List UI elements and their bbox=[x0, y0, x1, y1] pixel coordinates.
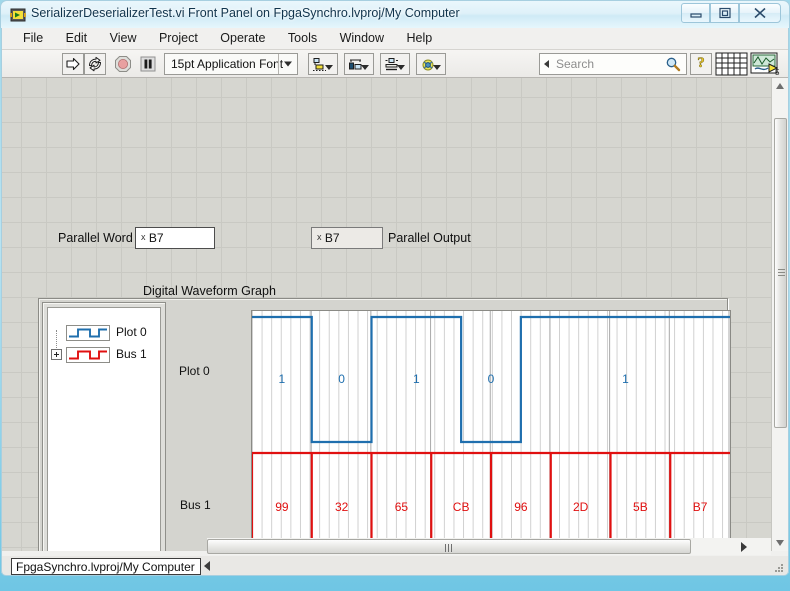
window-client-area: File Edit View Project Operate Tools Win… bbox=[1, 28, 789, 573]
font-selector[interactable]: 15pt Application Font bbox=[164, 53, 298, 75]
front-panel-canvas: Parallel Word x B7 x B7 Parallel Output … bbox=[2, 78, 788, 551]
graph-plot-region: Plot 0 Bus 1 10101993265CB962D5BB7 00.00… bbox=[179, 302, 731, 551]
window-close-button[interactable] bbox=[739, 3, 781, 23]
legend-item-bus1-label: Bus 1 bbox=[116, 347, 147, 361]
run-button[interactable] bbox=[62, 53, 84, 75]
svg-text:5: 5 bbox=[775, 68, 780, 76]
legend-list: Plot 0 Bus 1 bbox=[47, 307, 161, 551]
parallel-output-value: B7 bbox=[324, 231, 340, 245]
search-placeholder: Search bbox=[556, 57, 595, 71]
search-dropdown-icon[interactable] bbox=[544, 60, 549, 68]
toolbar: 15pt Application Font Search ? 5 bbox=[2, 50, 788, 78]
panel-horizontal-scrollbar[interactable] bbox=[207, 538, 771, 555]
row-label-plot0: Plot 0 bbox=[179, 364, 210, 378]
window-maximize-button[interactable] bbox=[710, 3, 739, 23]
parallel-output-label: Parallel Output bbox=[388, 231, 471, 245]
svg-text:?: ? bbox=[697, 55, 705, 70]
menu-item-file[interactable]: File bbox=[14, 28, 52, 47]
align-objects-button[interactable] bbox=[308, 53, 338, 75]
plot0-segment-label: 0 bbox=[338, 372, 345, 386]
vertical-scroll-thumb[interactable] bbox=[774, 118, 787, 428]
labview-front-panel-window: SerializerDeserializerTest.vi Front Pane… bbox=[0, 0, 790, 591]
run-continuously-button[interactable] bbox=[84, 53, 106, 75]
distribute-objects-button[interactable] bbox=[344, 53, 374, 75]
panel-vertical-scrollbar[interactable] bbox=[771, 78, 788, 551]
scroll-down-icon[interactable] bbox=[776, 540, 784, 546]
legend-item-plot0[interactable]: Plot 0 bbox=[48, 323, 160, 343]
chevron-down-icon[interactable] bbox=[278, 54, 297, 74]
window-title-bar: SerializerDeserializerTest.vi Front Pane… bbox=[0, 0, 790, 28]
menu-item-help[interactable]: Help bbox=[397, 28, 441, 47]
menu-bar: File Edit View Project Operate Tools Win… bbox=[2, 28, 788, 50]
menu-item-view[interactable]: View bbox=[101, 28, 146, 47]
context-help-button[interactable]: ? bbox=[690, 53, 712, 75]
graph-title: Digital Waveform Graph bbox=[143, 284, 276, 298]
bus1-segment-label: CB bbox=[453, 500, 470, 514]
reorder-objects-button[interactable] bbox=[416, 53, 446, 75]
bus1-waveform-icon[interactable] bbox=[66, 347, 110, 363]
bus1-segment-label: 32 bbox=[335, 500, 349, 514]
resize-objects-button[interactable] bbox=[380, 53, 410, 75]
horizontal-scroll-thumb[interactable] bbox=[207, 539, 691, 554]
bus1-segment-label: 65 bbox=[395, 500, 409, 514]
parallel-output-indicator[interactable]: x B7 bbox=[311, 227, 383, 249]
digital-waveform-graph[interactable]: Plot 0 Bus 1 Plot 0 Bus 1 1 0 1 0 1 99 3… bbox=[38, 298, 731, 551]
window-title-text: SerializerDeserializerTest.vi Front Pane… bbox=[31, 6, 460, 20]
legend-item-plot0-label: Plot 0 bbox=[116, 325, 147, 339]
bus1-segment-label: 5B bbox=[633, 500, 648, 514]
status-bar: FpgaSynchro.lvproj/My Computer bbox=[1, 556, 789, 576]
row-label-bus1: Bus 1 bbox=[180, 498, 211, 512]
status-target-label[interactable]: FpgaSynchro.lvproj/My Computer bbox=[11, 558, 201, 575]
plot0-segment-label: 1 bbox=[622, 372, 629, 386]
parallel-word-label: Parallel Word bbox=[58, 231, 133, 245]
parallel-word-value: B7 bbox=[148, 231, 164, 245]
search-magnifier-icon[interactable] bbox=[665, 56, 681, 77]
plot0-segment-label: 1 bbox=[413, 372, 420, 386]
parallel-word-input[interactable]: x B7 bbox=[135, 227, 215, 249]
waveform-plot-canvas[interactable]: 1 0 1 0 1 99 32 65 CB 96 2D 5B B7 bbox=[251, 310, 731, 551]
window-grid-icon bbox=[715, 52, 749, 76]
collapse-arrow-icon[interactable] bbox=[204, 561, 210, 571]
abort-execution-button[interactable] bbox=[112, 53, 134, 75]
parallel-word-radix[interactable]: x bbox=[141, 232, 146, 242]
graph-plot-legend[interactable]: Plot 0 Bus 1 bbox=[42, 302, 166, 551]
bus1-segment-label: 99 bbox=[275, 500, 289, 514]
bus1-segment-label: 96 bbox=[514, 500, 528, 514]
menu-item-tools[interactable]: Tools bbox=[279, 28, 326, 47]
window-minimize-button[interactable] bbox=[681, 3, 710, 23]
waveform-traces: 1 0 1 0 1 99 32 65 CB 96 2D 5B B7 bbox=[252, 315, 730, 551]
menu-item-operate[interactable]: Operate bbox=[211, 28, 274, 47]
pause-button[interactable] bbox=[137, 53, 159, 75]
parallel-output-radix[interactable]: x bbox=[317, 232, 322, 242]
scroll-right-icon[interactable] bbox=[741, 542, 747, 552]
vi-connector-pane-icon[interactable]: 5 bbox=[750, 52, 780, 77]
resize-grip-icon[interactable] bbox=[773, 561, 785, 573]
menu-item-project[interactable]: Project bbox=[150, 28, 207, 47]
font-selector-value: 15pt Application Font bbox=[171, 57, 284, 71]
plot0-segment-label: 1 bbox=[279, 372, 286, 386]
bus1-segment-label: 2D bbox=[573, 500, 589, 514]
menu-item-edit[interactable]: Edit bbox=[57, 28, 97, 47]
menu-item-window[interactable]: Window bbox=[331, 28, 393, 47]
search-input[interactable]: Search bbox=[539, 53, 687, 75]
labview-vi-icon bbox=[10, 7, 26, 23]
plot0-segment-label: 0 bbox=[488, 372, 495, 386]
legend-item-bus1[interactable]: Bus 1 bbox=[48, 345, 160, 365]
bus1-segment-label: B7 bbox=[693, 500, 708, 514]
scroll-up-icon[interactable] bbox=[776, 83, 784, 89]
plot0-waveform-icon[interactable] bbox=[66, 325, 110, 341]
legend-expand-icon[interactable] bbox=[51, 349, 62, 360]
